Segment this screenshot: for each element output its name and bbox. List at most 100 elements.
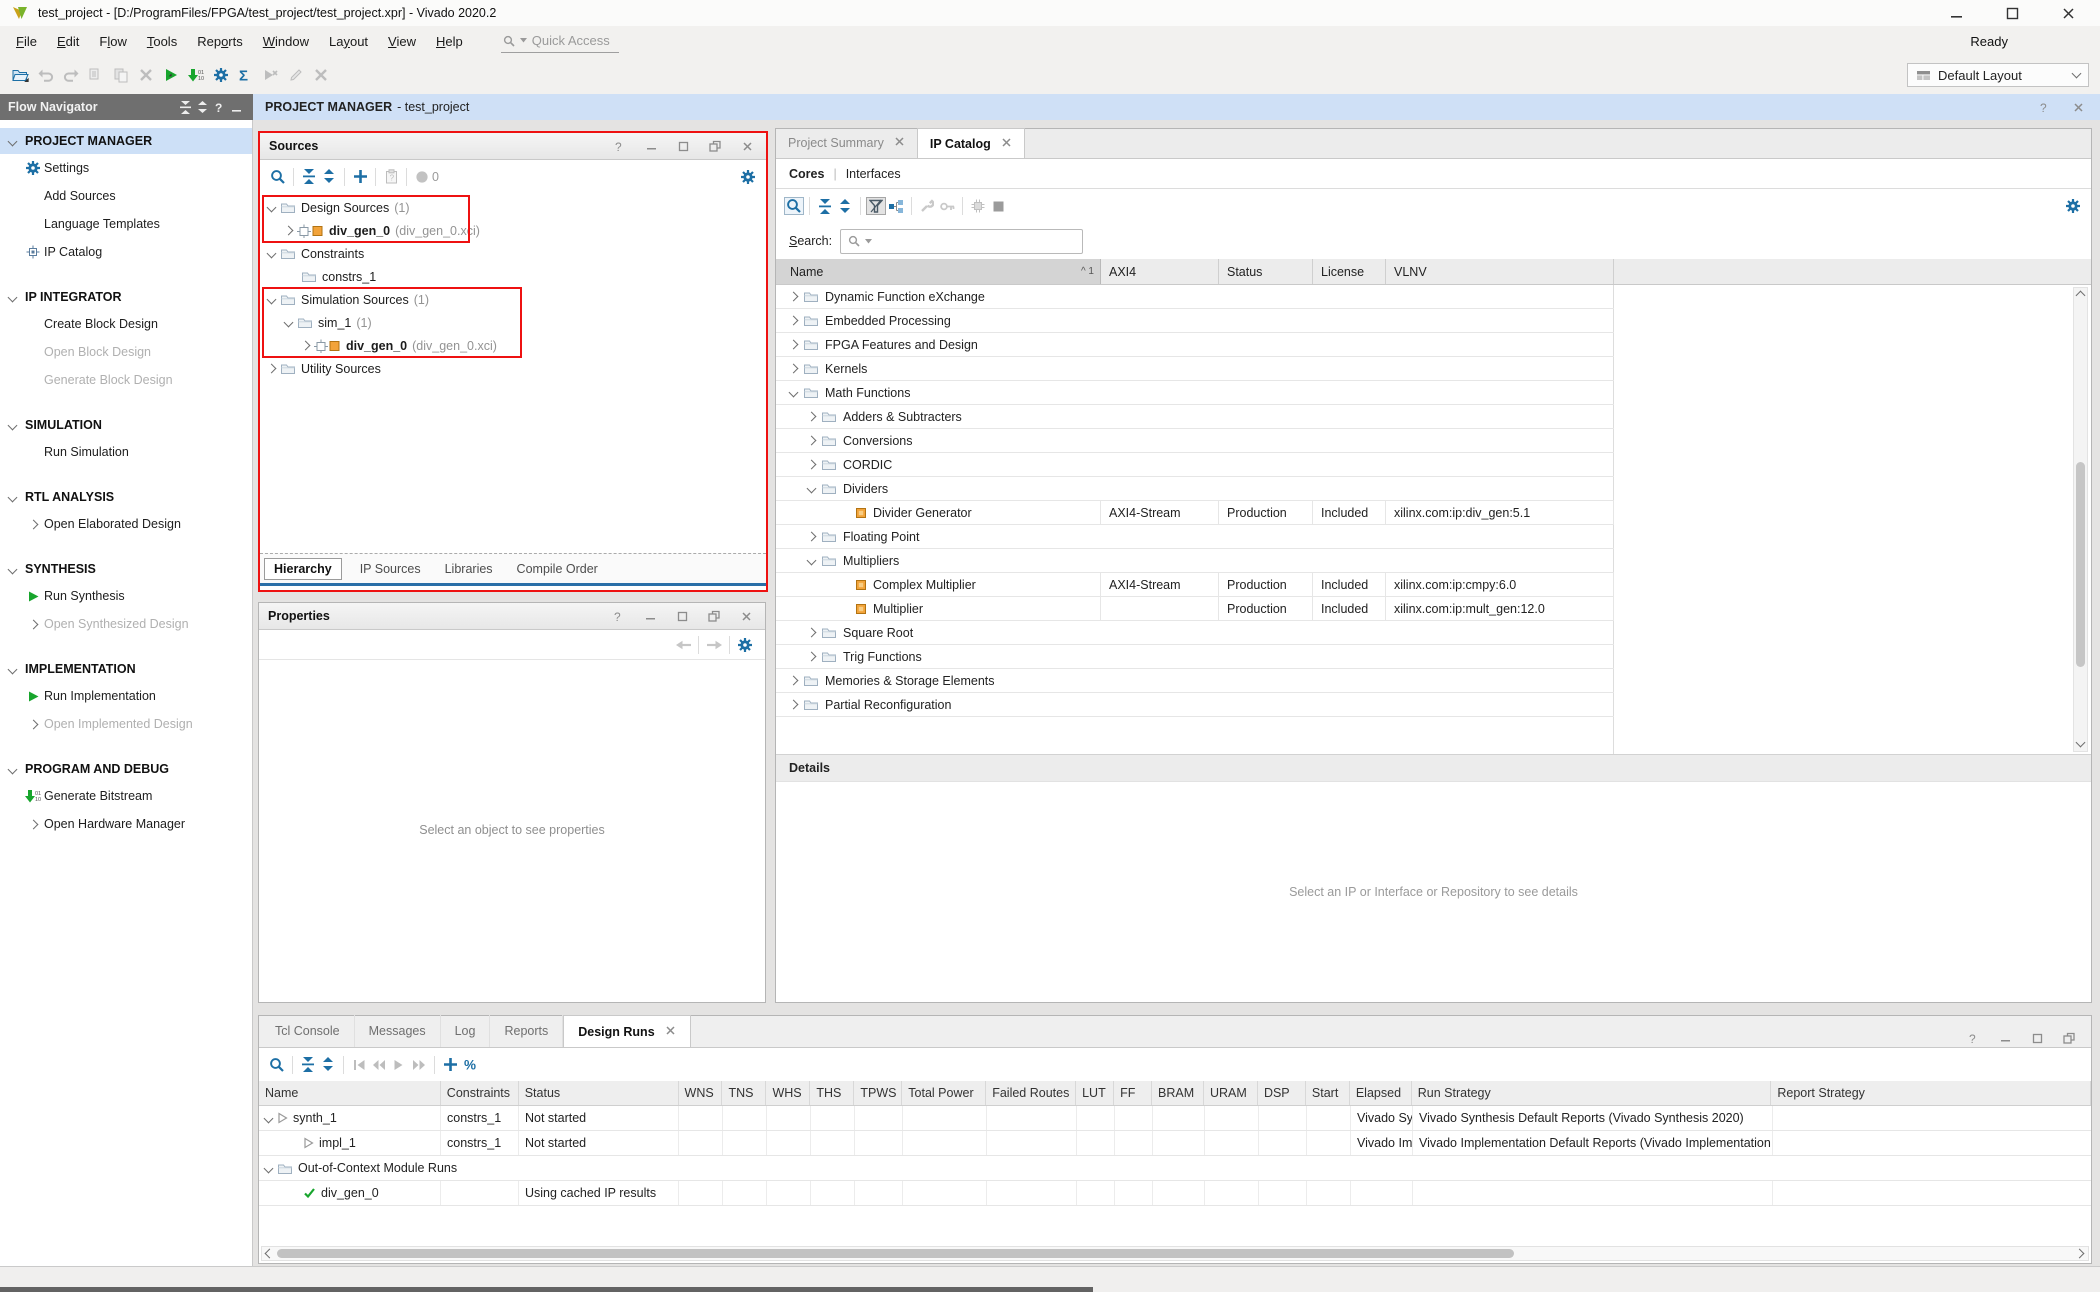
close-icon[interactable] bbox=[2068, 98, 2088, 116]
run-row-synth-1[interactable]: synth_1constrs_1Not startedVivado Synthe… bbox=[259, 1106, 2091, 1131]
tab-ip-sources[interactable]: IP Sources bbox=[348, 558, 433, 580]
close-icon[interactable] bbox=[1001, 137, 1012, 151]
back-arrow-icon[interactable] bbox=[673, 636, 693, 654]
sidebar-item-language-templates[interactable]: Language Templates bbox=[0, 210, 252, 238]
gear-icon[interactable] bbox=[738, 168, 758, 186]
category-row-adders-subtracters[interactable]: Adders & Subtracters bbox=[776, 405, 1614, 429]
sidebar-item-generate-block-design[interactable]: Generate Block Design bbox=[0, 366, 252, 394]
close-icon[interactable] bbox=[2058, 4, 2078, 22]
expand-all-icon[interactable] bbox=[194, 100, 211, 114]
help-icon[interactable]: ? bbox=[1963, 1029, 1983, 1047]
forward-arrow-icon[interactable] bbox=[704, 636, 724, 654]
sidebar-item-run-simulation[interactable]: Run Simulation bbox=[0, 438, 252, 466]
help-icon[interactable]: ? bbox=[609, 137, 629, 155]
column-header-uram[interactable]: URAM bbox=[1204, 1081, 1258, 1105]
tab-log[interactable]: Log bbox=[441, 1015, 491, 1047]
menu-edit[interactable]: Edit bbox=[47, 31, 89, 52]
gear-icon[interactable] bbox=[2063, 197, 2083, 215]
chevron-right-icon[interactable] bbox=[807, 532, 817, 542]
redo-button[interactable] bbox=[58, 64, 83, 86]
settings-gear-button[interactable] bbox=[208, 64, 233, 86]
cancel-button[interactable] bbox=[308, 64, 333, 86]
minimize-icon[interactable] bbox=[1946, 4, 1966, 22]
column-header-dsp[interactable]: DSP bbox=[1258, 1081, 1306, 1105]
open-file-button[interactable] bbox=[8, 64, 33, 86]
sidebar-item-run-implementation[interactable]: Run Implementation bbox=[0, 682, 252, 710]
column-header-whs[interactable]: WHS bbox=[766, 1081, 810, 1105]
quick-access-input[interactable]: Quick Access bbox=[501, 30, 619, 53]
chevron-right-icon[interactable] bbox=[789, 292, 799, 302]
sidebar-item-open-block-design[interactable]: Open Block Design bbox=[0, 338, 252, 366]
paste-button[interactable] bbox=[108, 64, 133, 86]
column-header-wns[interactable]: WNS bbox=[679, 1081, 723, 1105]
column-header-name[interactable]: Name bbox=[259, 1081, 441, 1105]
vertical-scrollbar[interactable] bbox=[2073, 287, 2088, 752]
category-row-cordic[interactable]: CORDIC bbox=[776, 453, 1614, 477]
column-header-start[interactable]: Start bbox=[1306, 1081, 1350, 1105]
sidebar-section-header-project-manager[interactable]: PROJECT MANAGER bbox=[0, 128, 252, 154]
minimize-icon[interactable] bbox=[640, 607, 660, 625]
tree-item-div-gen-0[interactable]: div_gen_0(div_gen_0.xci) bbox=[260, 219, 766, 242]
run-button[interactable] bbox=[158, 64, 183, 86]
menu-view[interactable]: View bbox=[378, 31, 426, 52]
help-icon[interactable]: ? bbox=[608, 607, 628, 625]
column-header-run-strategy[interactable]: Run Strategy bbox=[1412, 1081, 1772, 1105]
minimize-icon[interactable] bbox=[228, 100, 245, 114]
search-icon[interactable] bbox=[784, 197, 804, 215]
column-header-ths[interactable]: THS bbox=[810, 1081, 854, 1105]
window-bottom-scrollbar[interactable] bbox=[0, 1287, 1093, 1292]
sidebar-section-header-rtl-analysis[interactable]: RTL ANALYSIS bbox=[0, 484, 252, 510]
tab-messages[interactable]: Messages bbox=[355, 1015, 441, 1047]
run-progress-icon[interactable]: % bbox=[460, 1056, 480, 1074]
close-icon[interactable] bbox=[665, 1025, 676, 1039]
ip-row-multiplier[interactable]: MultiplierProductionIncludedxilinx.com:i… bbox=[776, 597, 1614, 621]
run-row-div-gen-0[interactable]: div_gen_0Using cached IP results bbox=[259, 1181, 2091, 1206]
sidebar-item-open-synthesized-design[interactable]: Open Synthesized Design bbox=[0, 610, 252, 638]
float-icon[interactable] bbox=[2059, 1029, 2079, 1047]
tab-hierarchy[interactable]: Hierarchy bbox=[264, 558, 342, 580]
report-sigma-button[interactable]: Σ bbox=[233, 64, 258, 86]
menu-window[interactable]: Window bbox=[253, 31, 319, 52]
column-header-status[interactable]: Status bbox=[519, 1081, 679, 1105]
filter-icon[interactable] bbox=[866, 197, 886, 215]
category-row-trig-functions[interactable]: Trig Functions bbox=[776, 645, 1614, 669]
chevron-down-icon[interactable] bbox=[284, 318, 294, 328]
chevron-right-icon[interactable] bbox=[807, 628, 817, 638]
expand-all-icon[interactable] bbox=[319, 168, 339, 186]
menu-help[interactable]: Help bbox=[426, 31, 473, 52]
column-header-name[interactable]: Name ^ 1 bbox=[776, 259, 1101, 284]
scroll-left-icon[interactable] bbox=[265, 1249, 275, 1259]
tab-design-runs[interactable]: Design Runs bbox=[563, 1015, 690, 1047]
previous-run-icon[interactable] bbox=[369, 1056, 389, 1074]
column-header-axi4[interactable]: AXI4 bbox=[1101, 259, 1219, 284]
delete-button[interactable] bbox=[133, 64, 158, 86]
column-header-vlnv[interactable]: VLNV bbox=[1386, 259, 1614, 284]
sidebar-item-generate-bitstream[interactable]: 0110Generate Bitstream bbox=[0, 782, 252, 810]
chevron-right-icon[interactable] bbox=[789, 316, 799, 326]
float-icon[interactable] bbox=[704, 607, 724, 625]
tree-item-simulation-sources[interactable]: Simulation Sources(1) bbox=[260, 288, 766, 311]
sidebar-item-ip-catalog[interactable]: IP Catalog bbox=[0, 238, 252, 266]
collapse-all-icon[interactable] bbox=[815, 197, 835, 215]
maximize-icon[interactable] bbox=[2027, 1029, 2047, 1047]
chevron-down-icon[interactable] bbox=[267, 249, 277, 259]
category-row-math-functions[interactable]: Math Functions bbox=[776, 381, 1614, 405]
category-row-partial-reconfiguration[interactable]: Partial Reconfiguration bbox=[776, 693, 1614, 717]
chevron-right-icon[interactable] bbox=[789, 676, 799, 686]
close-icon[interactable] bbox=[737, 137, 757, 155]
scroll-down-icon[interactable] bbox=[2076, 738, 2086, 748]
tree-item-design-sources[interactable]: Design Sources(1) bbox=[260, 196, 766, 219]
ip-row-complex-multiplier[interactable]: Complex MultiplierAXI4-StreamProductionI… bbox=[776, 573, 1614, 597]
sidebar-item-add-sources[interactable]: Add Sources bbox=[0, 182, 252, 210]
sidebar-section-header-program-and-debug[interactable]: PROGRAM AND DEBUG bbox=[0, 756, 252, 782]
chevron-right-icon[interactable] bbox=[789, 700, 799, 710]
column-header-constraints[interactable]: Constraints bbox=[441, 1081, 519, 1105]
create-run-button[interactable] bbox=[440, 1056, 460, 1074]
chevron-down-icon[interactable] bbox=[807, 484, 817, 494]
column-header-license[interactable]: License bbox=[1313, 259, 1386, 284]
category-row-kernels[interactable]: Kernels bbox=[776, 357, 1614, 381]
sidebar-section-header-ip-integrator[interactable]: IP INTEGRATOR bbox=[0, 284, 252, 310]
chevron-down-icon[interactable] bbox=[264, 1163, 274, 1173]
close-icon[interactable] bbox=[736, 607, 756, 625]
sidebar-item-create-block-design[interactable]: Create Block Design bbox=[0, 310, 252, 338]
